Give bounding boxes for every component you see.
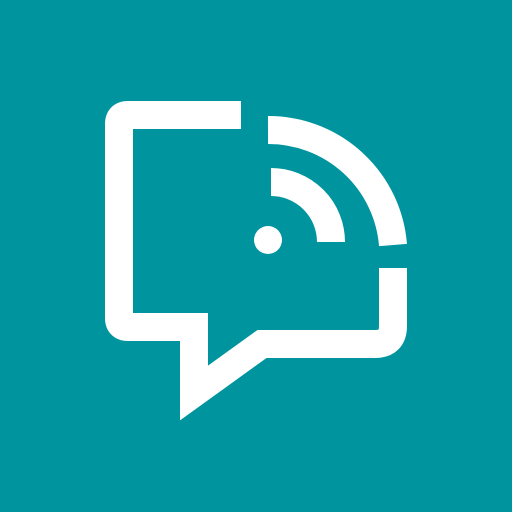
app-icon-tile bbox=[0, 0, 512, 512]
broadcast-dot bbox=[254, 226, 282, 254]
chat-bubble-broadcast-icon bbox=[105, 101, 407, 421]
